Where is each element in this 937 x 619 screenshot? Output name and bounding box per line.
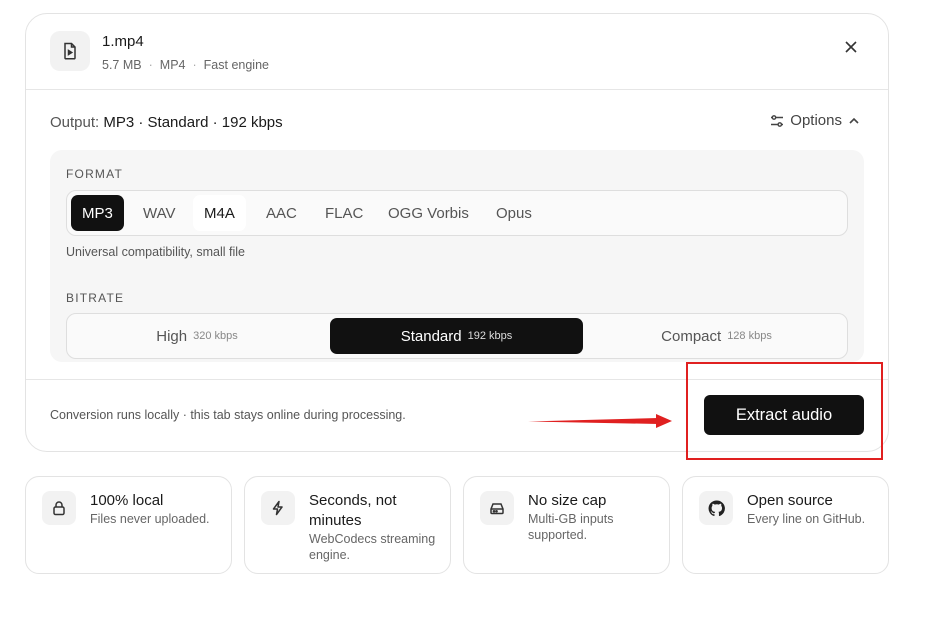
format-option-wav[interactable]: WAV: [132, 195, 187, 231]
feature-title: Seconds, not minutes: [309, 492, 397, 529]
close-button[interactable]: [838, 34, 864, 60]
format-option-aac[interactable]: AAC: [255, 195, 308, 231]
feature-card-speed: Seconds, not minutes WebCodecs streaming…: [244, 476, 451, 574]
bitrate-section-label: BITRATE: [66, 291, 125, 305]
bitrate-option-standard[interactable]: Standard 192 kbps: [330, 318, 583, 354]
file-name: 1.mp4: [102, 33, 144, 50]
bitrate-kbps: 192 kbps: [467, 330, 513, 342]
bitrate-kbps: 128 kbps: [727, 330, 772, 342]
meta-separator: ·: [148, 58, 153, 72]
format-option-flac[interactable]: FLAC: [314, 195, 374, 231]
sliders-icon: [771, 114, 784, 127]
feature-card-local: 100% local Files never uploaded.: [25, 476, 232, 574]
bitrate-option-compact[interactable]: Compact 128 kbps: [590, 318, 843, 354]
feature-title: 100% local: [90, 492, 164, 509]
format-selector: MP3 WAV M4A AAC FLAC OGG Vorbis Opus: [66, 190, 848, 236]
bitrate-option-high[interactable]: High 320 kbps: [71, 318, 323, 354]
feature-title: No size cap: [528, 492, 607, 509]
file-video-icon: [50, 31, 90, 71]
footer-note: Conversion runs locally · this tab stays…: [50, 408, 406, 422]
bitrate-selector: High 320 kbps Standard 192 kbps Compact …: [66, 313, 848, 359]
format-option-ogg-vorbis[interactable]: OGG Vorbis: [377, 195, 480, 231]
github-icon: [699, 491, 733, 525]
file-engine: Fast engine: [203, 58, 269, 72]
bitrate-label: Compact: [661, 327, 722, 345]
close-icon: [845, 41, 857, 53]
feature-desc: Multi-GB inputs supported.: [528, 512, 614, 542]
output-value: MP3 · Standard · 192 kbps: [103, 114, 283, 131]
lock-icon: [42, 491, 76, 525]
meta-separator: ·: [192, 58, 197, 72]
drive-icon: [480, 491, 514, 525]
bitrate-label: Standard: [400, 327, 462, 345]
format-description: Universal compatibility, small file: [66, 245, 245, 259]
options-toggle-button[interactable]: Options: [770, 112, 860, 129]
file-header: 1.mp4 5.7 MB · MP4 · Fast engine: [26, 14, 888, 90]
format-option-m4a[interactable]: M4A: [193, 195, 246, 231]
options-panel: FORMAT MP3 WAV M4A AAC FLAC OGG Vorbis O…: [50, 150, 864, 362]
format-option-opus[interactable]: Opus: [485, 195, 543, 231]
feature-desc: Every line on GitHub.: [747, 512, 866, 526]
file-size: 5.7 MB: [102, 58, 142, 72]
file-container: MP4: [159, 58, 186, 72]
output-label: Output:: [50, 114, 100, 131]
bitrate-kbps: 320 kbps: [193, 330, 238, 342]
feature-desc: WebCodecs streaming engine.: [309, 532, 436, 562]
feature-title: Open source: [747, 492, 833, 509]
bitrate-label: High: [156, 327, 188, 345]
feature-card-opensource: Open source Every line on GitHub.: [682, 476, 889, 574]
chevron-up-icon: [849, 117, 859, 124]
annotation-arrow: [528, 414, 672, 428]
options-label: Options: [790, 112, 842, 129]
format-option-mp3[interactable]: MP3: [71, 195, 124, 231]
output-summary: Output: MP3 · Standard · 192 kbps: [50, 114, 283, 131]
file-meta: 5.7 MB · MP4 · Fast engine: [102, 58, 269, 72]
extract-audio-button[interactable]: Extract audio: [704, 395, 864, 435]
lightning-icon: [261, 491, 295, 525]
feature-card-size: No size cap Multi-GB inputs supported.: [463, 476, 670, 574]
format-section-label: FORMAT: [66, 167, 123, 181]
feature-desc: Files never uploaded.: [90, 512, 210, 526]
